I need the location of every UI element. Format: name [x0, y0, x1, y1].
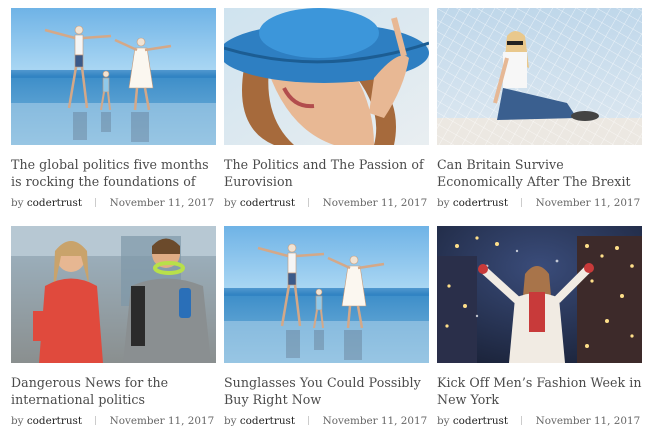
post-author-link[interactable]: codertrust: [240, 197, 295, 209]
post-thumbnail-link[interactable]: [437, 226, 642, 363]
post-title-link[interactable]: Sunglasses You Could Possibly Buy Right …: [224, 375, 429, 409]
family-beach-photo: [224, 226, 429, 363]
post-date: November 11, 2017: [109, 197, 215, 209]
meta-divider: [95, 198, 97, 207]
post-title-link[interactable]: Dangerous News for the international pol…: [11, 375, 216, 409]
post-date: November 11, 2017: [322, 415, 428, 427]
post-by-label: by: [224, 415, 237, 427]
post-by-label: by: [11, 197, 24, 209]
post-title-link[interactable]: The global politics five months is rocki…: [11, 157, 216, 191]
post-card: Sunglasses You Could Possibly Buy Right …: [224, 226, 429, 427]
post-author-link[interactable]: codertrust: [453, 197, 508, 209]
post-thumbnail-link[interactable]: [224, 226, 429, 363]
post-date: November 11, 2017: [535, 415, 641, 427]
post-meta: by codertrust November 11, 2017: [11, 415, 216, 427]
post-thumbnail-link[interactable]: [224, 8, 429, 145]
post-card: Dangerous News for the international pol…: [11, 226, 216, 427]
post-thumbnail-link[interactable]: [11, 8, 216, 145]
post-meta: by codertrust November 11, 2017: [11, 197, 216, 209]
post-meta: by codertrust November 11, 2017: [224, 415, 429, 427]
post-by-label: by: [224, 197, 237, 209]
post-meta: by codertrust November 11, 2017: [437, 415, 642, 427]
post-thumbnail-link[interactable]: [11, 226, 216, 363]
woman-blue-hat-photo: [224, 8, 429, 145]
post-author-link[interactable]: codertrust: [27, 197, 82, 209]
post-author-link[interactable]: codertrust: [27, 415, 82, 427]
post-card: The Politics and The Passion of Eurovisi…: [224, 8, 429, 209]
post-title-link[interactable]: The Politics and The Passion of Eurovisi…: [224, 157, 429, 191]
meta-divider: [308, 198, 310, 207]
post-author-link[interactable]: codertrust: [453, 415, 508, 427]
post-by-label: by: [437, 197, 450, 209]
post-card: Kick Off Men’s Fashion Week in New York …: [437, 226, 642, 427]
post-thumbnail-link[interactable]: [437, 8, 642, 145]
family-beach-photo: [11, 8, 216, 145]
post-card: Can Britain Survive Economically After T…: [437, 8, 642, 209]
post-date: November 11, 2017: [535, 197, 641, 209]
meta-divider: [308, 416, 310, 425]
post-meta: by codertrust November 11, 2017: [437, 197, 642, 209]
post-date: November 11, 2017: [109, 415, 215, 427]
post-title-link[interactable]: Kick Off Men’s Fashion Week in New York: [437, 375, 642, 409]
post-date: November 11, 2017: [322, 197, 428, 209]
post-card: The global politics five months is rocki…: [11, 8, 216, 209]
meta-divider: [521, 198, 523, 207]
post-author-link[interactable]: codertrust: [240, 415, 295, 427]
woman-christmas-lights-photo: [437, 226, 642, 363]
post-by-label: by: [11, 415, 24, 427]
posts-grid: The global politics five months is rocki…: [0, 0, 651, 441]
post-title-link[interactable]: Can Britain Survive Economically After T…: [437, 157, 642, 191]
post-by-label: by: [437, 415, 450, 427]
post-meta: by codertrust November 11, 2017: [224, 197, 429, 209]
couple-city-photo: [11, 226, 216, 363]
woman-beach-net-photo: [437, 8, 642, 145]
meta-divider: [95, 416, 97, 425]
meta-divider: [521, 416, 523, 425]
